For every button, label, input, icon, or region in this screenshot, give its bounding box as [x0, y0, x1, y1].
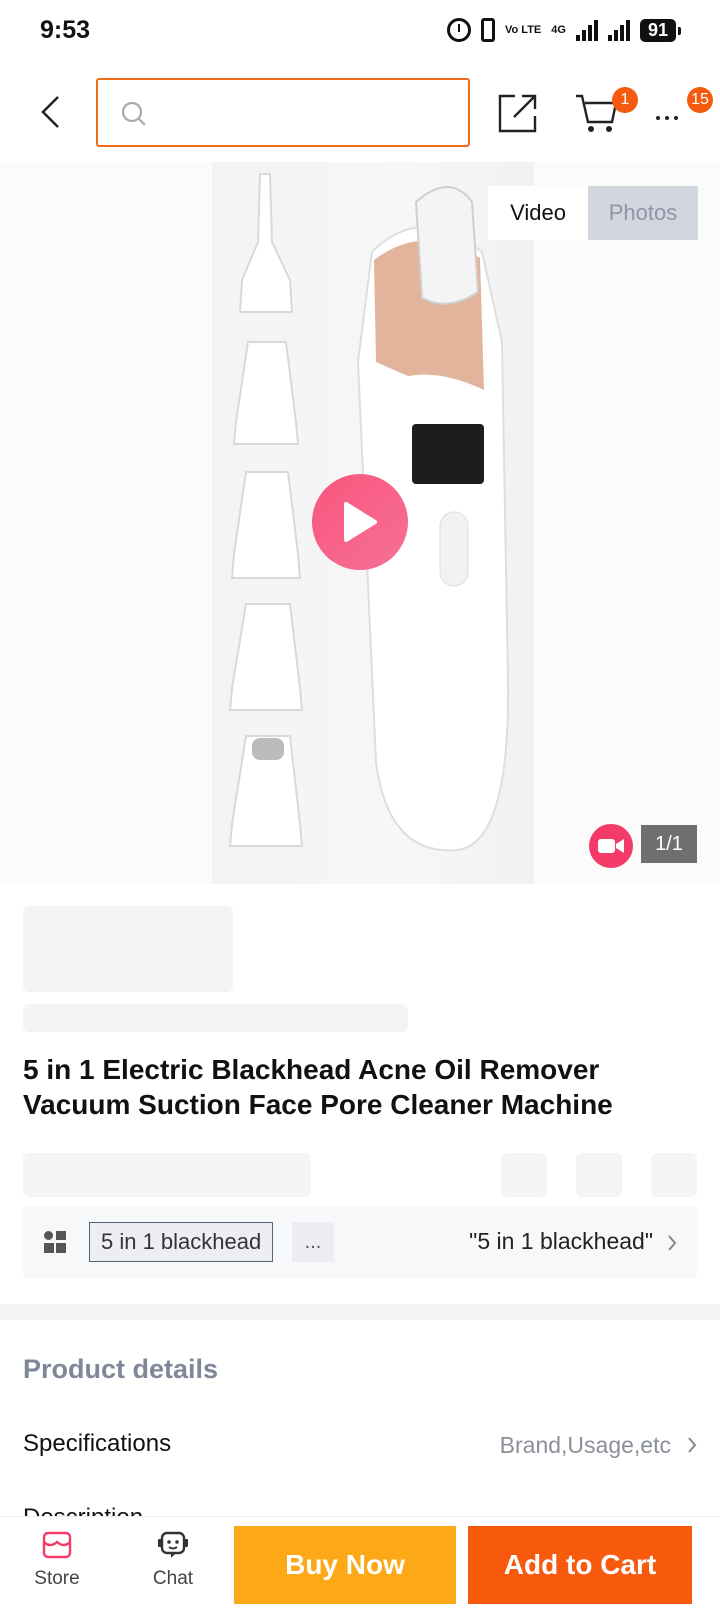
status-bar: 9:53 Vo LTE 4G 91	[0, 0, 720, 66]
action-placeholder	[501, 1153, 547, 1197]
battery-icon: 91	[639, 18, 682, 42]
video-camera-icon	[598, 839, 624, 853]
product-title: 5 in 1 Electric Blackhead Acne Oil Remov…	[23, 1054, 613, 1120]
add-to-cart-button[interactable]: Add to Cart	[468, 1526, 692, 1604]
search-input[interactable]	[154, 92, 454, 132]
video-camera-button[interactable]	[589, 824, 633, 868]
status-time: 9:53	[40, 16, 91, 44]
back-button[interactable]	[30, 92, 70, 132]
message-count-badge: 15	[687, 87, 713, 113]
tab-video[interactable]: Video	[488, 186, 588, 240]
selected-variant: "5 in 1 blackhead"	[469, 1228, 653, 1254]
store-label: Store	[34, 1568, 80, 1589]
play-icon	[344, 502, 377, 542]
chat-button[interactable]: Chat	[138, 1531, 208, 1603]
tab-photos[interactable]: Photos	[588, 186, 698, 240]
volte-icon: Vo LTE	[505, 23, 542, 36]
media-tabs: Video Photos	[488, 186, 698, 240]
chat-label: Chat	[152, 1568, 194, 1589]
specifications-value: Brand,Usage,etc	[499, 1432, 671, 1458]
status-icons: Vo LTE 4G 91	[447, 18, 682, 42]
variant-more-chip[interactable]: ...	[292, 1222, 334, 1262]
specifications-row[interactable]: Specifications Brand,Usage,etc	[23, 1426, 697, 1466]
specifications-label: Specifications	[23, 1430, 172, 1457]
price-placeholder	[23, 906, 233, 992]
action-placeholder	[651, 1153, 697, 1197]
vibrate-icon	[481, 18, 496, 42]
back-icon	[41, 96, 59, 128]
chat-icon	[158, 1531, 188, 1558]
variant-chip[interactable]: 5 in 1 blackhead	[89, 1222, 274, 1262]
chevron-right-icon	[688, 1437, 697, 1453]
top-navigation: 1 15	[0, 70, 720, 154]
search-bar[interactable]	[96, 78, 470, 147]
product-gallery[interactable]: Video Photos 1/1	[0, 162, 720, 884]
share-icon	[498, 94, 537, 133]
image-page-indicator: 1/1	[641, 825, 697, 863]
subtitle-placeholder	[23, 1004, 408, 1032]
action-placeholder	[576, 1153, 622, 1197]
signal-icon	[575, 19, 598, 41]
section-divider	[0, 1304, 720, 1320]
play-video-button[interactable]	[312, 474, 408, 570]
cart-count-badge: 1	[612, 87, 638, 113]
more-icon	[656, 116, 660, 120]
section-title: Product details	[23, 1354, 219, 1384]
variant-selector[interactable]: 5 in 1 blackhead ... "5 in 1 blackhead"	[23, 1206, 697, 1278]
alarm-icon	[447, 18, 472, 42]
share-button[interactable]	[497, 92, 539, 134]
network-type: 4G	[551, 24, 566, 36]
variant-grid-icon	[44, 1231, 66, 1253]
signal-icon	[607, 19, 630, 41]
chevron-right-icon	[668, 1235, 677, 1251]
buy-now-button[interactable]: Buy Now	[234, 1526, 456, 1604]
rating-placeholder	[23, 1153, 311, 1197]
store-button[interactable]: Store	[22, 1531, 92, 1603]
bottom-action-bar: Store Chat Buy Now Add to Cart	[0, 1516, 720, 1612]
search-icon	[121, 101, 146, 126]
store-icon	[42, 1531, 72, 1559]
